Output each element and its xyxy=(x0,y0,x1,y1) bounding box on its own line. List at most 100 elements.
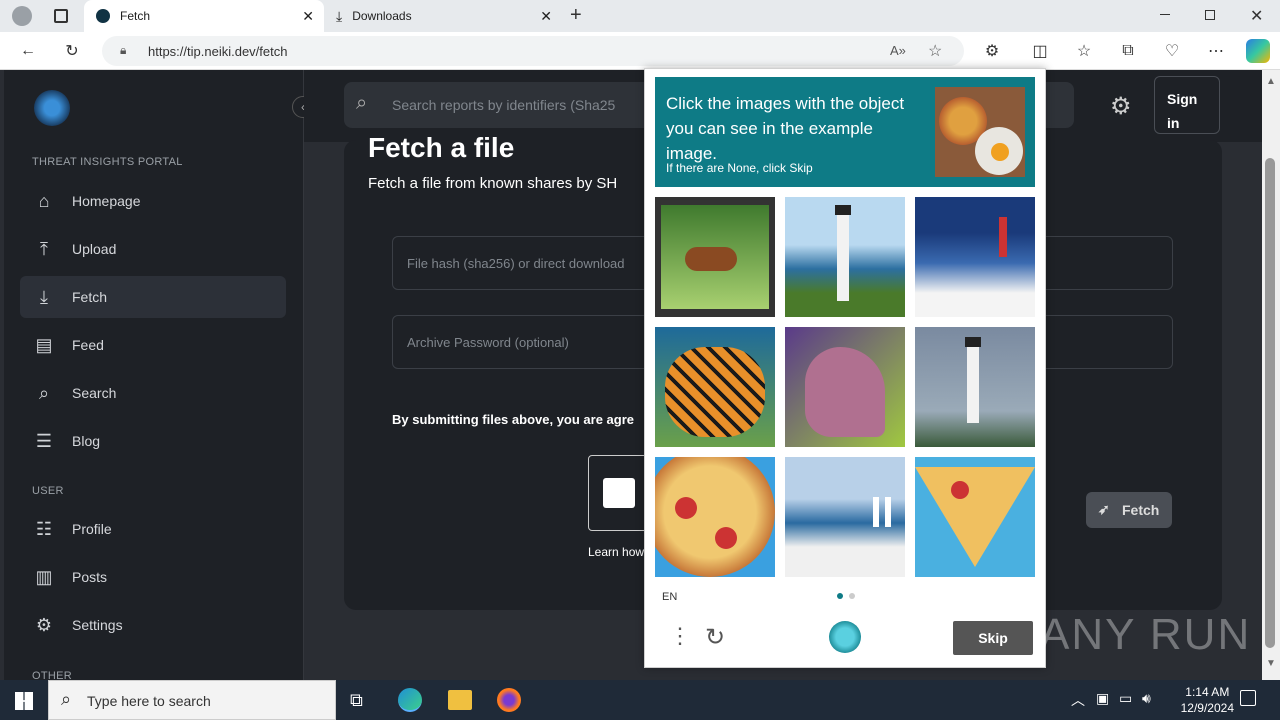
minimize-icon[interactable] xyxy=(1160,14,1170,15)
favorites-icon[interactable]: ☆ xyxy=(1072,39,1096,63)
split-screen-icon[interactable]: ◫ xyxy=(1028,39,1052,63)
copilot-icon[interactable] xyxy=(1246,39,1270,63)
sidebar-item-settings[interactable]: ⚙ Settings xyxy=(20,604,286,646)
sidebar-item-search[interactable]: ⌕ Search xyxy=(20,372,286,414)
close-tab-icon[interactable]: ✕ xyxy=(302,8,314,25)
scrollbar-thumb[interactable] xyxy=(1265,158,1275,648)
captcha-tile-lighthouses-shore[interactable] xyxy=(785,457,905,577)
browser-tab-bar: Fetch ✕ ⤓ Downloads ✕ + ✕ xyxy=(0,0,1280,32)
fetch-button[interactable]: ➶ Fetch xyxy=(1086,492,1172,528)
scroll-up-icon[interactable]: ▲ xyxy=(1266,76,1276,87)
sidebar-item-label: Blog xyxy=(72,433,101,449)
page-scrollbar[interactable]: ▲ ▼ xyxy=(1262,70,1280,680)
captcha-tile-lighthouse-snow[interactable] xyxy=(915,197,1035,317)
edge-browser-icon[interactable] xyxy=(398,688,422,712)
new-tab-icon[interactable]: + xyxy=(570,4,582,27)
scroll-down-icon[interactable]: ▼ xyxy=(1266,658,1276,669)
windows-start-icon[interactable] xyxy=(15,692,33,710)
search-icon: ⌕ xyxy=(38,382,50,403)
learn-how-link[interactable]: Learn how xyxy=(588,545,644,559)
hash-placeholder: File hash (sha256) or direct download xyxy=(407,256,625,271)
hcaptcha-logo-icon[interactable] xyxy=(829,621,861,653)
example-image xyxy=(935,87,1025,177)
extensions-icon[interactable]: ⚙︎ xyxy=(980,39,1004,63)
sidebar-item-homepage[interactable]: ⌂ Homepage xyxy=(20,180,286,222)
sidebar-item-label: Upload xyxy=(72,241,117,257)
tab-actions-icon[interactable] xyxy=(54,9,68,23)
sidebar-item-fetch[interactable]: ⤓ Fetch xyxy=(20,276,286,318)
tab-downloads[interactable]: ⤓ Downloads ✕ xyxy=(326,0,562,32)
search-placeholder: Search reports by identifiers (Sha25 xyxy=(392,97,616,113)
skip-button[interactable]: Skip xyxy=(953,621,1033,655)
file-explorer-icon[interactable] xyxy=(448,690,472,710)
device-icon[interactable]: ▣ xyxy=(1096,690,1109,707)
captcha-tile-tiger[interactable] xyxy=(655,327,775,447)
captcha-tile-horse-head[interactable] xyxy=(785,327,905,447)
language-selector[interactable]: EN xyxy=(662,591,677,603)
sidebar-item-label: Profile xyxy=(72,521,112,537)
tab-title: Downloads xyxy=(352,9,412,23)
search-icon: ⌕ xyxy=(61,689,72,709)
feed-icon: ▤ xyxy=(35,334,53,355)
sidebar-item-profile[interactable]: ☷ Profile xyxy=(20,508,286,550)
captcha-tile-pizza[interactable] xyxy=(655,457,775,577)
restore-icon[interactable] xyxy=(1205,10,1215,20)
page-title: Fetch a file xyxy=(368,132,515,163)
taskbar-search-input[interactable]: ⌕ Type here to search xyxy=(48,680,336,720)
captcha-tile-lighthouse-cliff[interactable] xyxy=(785,197,905,317)
sidebar-item-feed[interactable]: ▤ Feed xyxy=(20,324,286,366)
blog-icon: ☰ xyxy=(35,430,53,451)
sidebar-item-blog[interactable]: ☰ Blog xyxy=(20,420,286,462)
back-icon[interactable]: ← xyxy=(16,39,40,63)
show-hidden-icons[interactable]: ︿ xyxy=(1071,690,1085,710)
captcha-header: Click the images with the object you can… xyxy=(655,77,1035,187)
terms-text: By submitting files above, you are agre xyxy=(392,412,635,427)
network-icon[interactable]: ▭ xyxy=(1119,690,1132,707)
captcha-challenge: Click the images with the object you can… xyxy=(644,68,1046,668)
volume-icon[interactable]: 🔊︎ xyxy=(1142,690,1151,707)
profile-icon[interactable] xyxy=(12,6,32,26)
posts-icon: ▥ xyxy=(35,566,53,587)
settings-gear-icon[interactable]: ⚙ xyxy=(1110,92,1132,121)
more-menu-icon[interactable]: ⋯ xyxy=(1204,39,1228,63)
refresh-challenge-icon[interactable]: ↻ xyxy=(705,623,725,652)
read-aloud-icon[interactable]: A» xyxy=(890,43,906,58)
captcha-tile-horse-painting[interactable] xyxy=(655,197,775,317)
address-bar[interactable]: 🔒︎ https://tip.neiki.dev/fetch A» ☆ xyxy=(102,36,964,66)
download-icon: ⤓ xyxy=(40,286,48,307)
sidebar-item-label: Homepage xyxy=(72,193,141,209)
skip-button-label: Skip xyxy=(978,630,1008,646)
upload-icon: ⤒ xyxy=(40,238,48,259)
rocket-icon: ➶ xyxy=(1098,501,1110,517)
profile-icon: ☷ xyxy=(35,518,53,539)
url-text: https://tip.neiki.dev/fetch xyxy=(148,44,288,59)
close-tab-icon[interactable]: ✕ xyxy=(540,8,552,25)
watermark: ANY RUN xyxy=(1040,610,1252,659)
captcha-hint: If there are None, click Skip xyxy=(666,161,813,175)
sidebar-item-upload[interactable]: ⤒ Upload xyxy=(20,228,286,270)
page-indicator-dot xyxy=(849,593,855,599)
captcha-tile-lighthouse[interactable] xyxy=(915,327,1035,447)
favorite-star-icon[interactable]: ☆ xyxy=(928,41,942,61)
sidebar-item-label: Settings xyxy=(72,617,123,633)
logo[interactable] xyxy=(34,90,70,126)
more-options-icon[interactable]: ⋮ xyxy=(669,625,691,647)
tab-fetch[interactable]: Fetch ✕ xyxy=(84,0,324,32)
fetch-button-label: Fetch xyxy=(1122,502,1160,518)
sidebar: ‹ THREAT INSIGHTS PORTAL ⌂ Homepage ⤒ Up… xyxy=(4,70,314,680)
sidebar-item-posts[interactable]: ▥ Posts xyxy=(20,556,286,598)
taskbar-clock[interactable]: 1:14 AM 12/9/2024 xyxy=(1181,684,1234,716)
captcha-tile-pizza-slice[interactable] xyxy=(915,457,1035,577)
clock-date: 12/9/2024 xyxy=(1180,701,1234,715)
refresh-icon[interactable]: ↻ xyxy=(60,39,84,63)
task-view-icon[interactable]: ⧉ xyxy=(350,690,363,711)
browser-essentials-icon[interactable]: ♡ xyxy=(1160,39,1184,63)
sign-in-button[interactable]: Sign in xyxy=(1154,76,1220,134)
firefox-icon[interactable] xyxy=(497,688,521,712)
sidebar-item-label: Feed xyxy=(72,337,104,353)
collections-icon[interactable]: ⧉ xyxy=(1116,39,1140,63)
notifications-icon[interactable] xyxy=(1240,690,1256,706)
download-icon: ⤓ xyxy=(336,7,343,24)
close-window-icon[interactable]: ✕ xyxy=(1250,6,1263,26)
clock-time: 1:14 AM xyxy=(1185,685,1230,699)
